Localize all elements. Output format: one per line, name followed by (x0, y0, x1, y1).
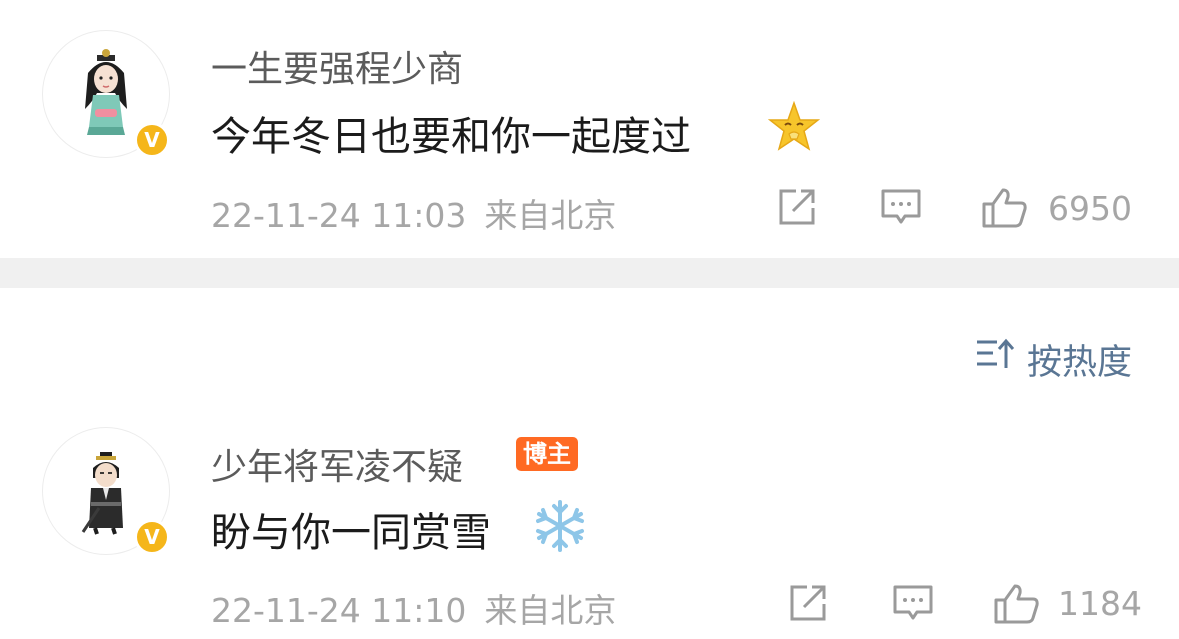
repost-icon[interactable] (787, 582, 829, 624)
comment-meta: 22-11-24 11:10 来自北京 (211, 584, 616, 632)
thumbs-up-icon[interactable] (993, 582, 1041, 626)
comment-item: V 一生要强程少商 今年冬日也要和你一起度过 22-11-24 11:03 来自北… (0, 0, 1179, 258)
username[interactable]: 一生要强程少商 (211, 40, 463, 92)
comment-text: 盼与你一同赏雪 (211, 510, 491, 556)
verified-badge: V (134, 122, 170, 158)
verified-badge: V (134, 519, 170, 555)
avatar[interactable]: V (42, 427, 170, 555)
location: 来自北京 (484, 591, 617, 630)
thumbs-up-icon[interactable] (981, 186, 1029, 230)
sort-label: 按热度 (1027, 343, 1133, 383)
timestamp: 22-11-24 11:03 (211, 196, 467, 235)
location: 来自北京 (484, 196, 617, 235)
comment-meta: 22-11-24 11:03 来自北京 (211, 189, 616, 237)
username[interactable]: 少年将军凌不疑 (211, 438, 463, 490)
host-badge: 博主 (516, 437, 578, 471)
timestamp: 22-11-24 11:10 (211, 591, 467, 630)
comment-icon[interactable] (891, 582, 935, 624)
repost-icon[interactable] (776, 186, 818, 228)
comment-item: V 少年将军凌不疑 博主 盼与你一同赏雪 22-11-24 11:10 来自北京 (0, 410, 1179, 639)
snowflake-emoji (536, 500, 584, 552)
comment-feed: V 一生要强程少商 今年冬日也要和你一起度过 22-11-24 11:03 来自北… (0, 0, 1179, 639)
avatar[interactable]: V (42, 30, 170, 158)
comment-text: 今年冬日也要和你一起度过 (211, 114, 691, 160)
star-emoji (768, 101, 820, 151)
like-count: 1184 (1058, 584, 1142, 623)
section-separator (0, 258, 1179, 288)
like-count: 6950 (1048, 189, 1132, 228)
sort-icon (977, 338, 1015, 368)
comment-icon[interactable] (879, 186, 923, 228)
